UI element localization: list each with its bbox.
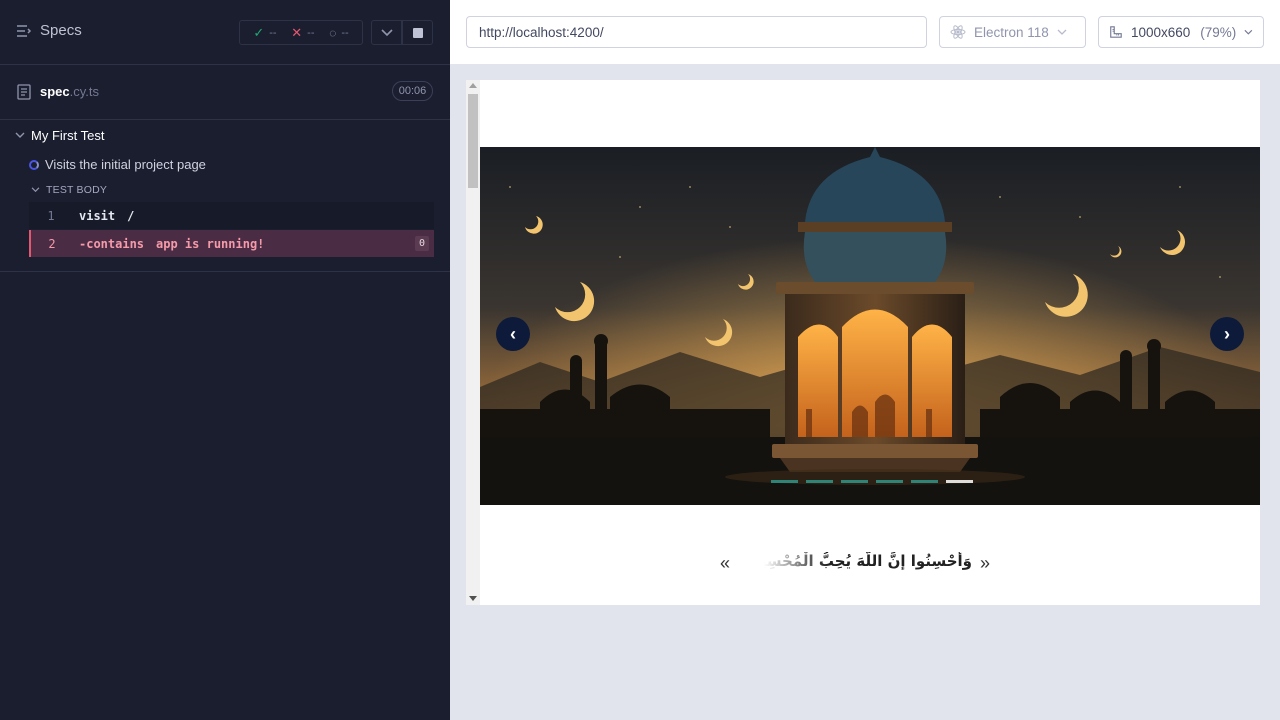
ruler-icon [1110, 26, 1122, 38]
chevron-down-icon [1244, 29, 1253, 35]
check-icon: ✓ [253, 24, 265, 40]
aut-panel: http://localhost:4200/ Electron 118 1000… [450, 0, 1280, 720]
running-spinner-icon [29, 159, 39, 170]
x-icon: ✕ [291, 24, 303, 40]
command-message: / [127, 208, 135, 223]
viewport-selector[interactable]: 1000x660 (79%) [1098, 16, 1264, 48]
viewport-size: 1000x660 [1130, 24, 1191, 40]
specs-label: Specs [40, 22, 82, 39]
suite-item[interactable]: My First Test [15, 128, 104, 143]
viewport-scale: (79%) [1200, 24, 1237, 40]
chevron-down-icon [15, 132, 25, 138]
failed-count: -- [307, 26, 315, 39]
test-tree: My First Test Visits the initial project… [0, 120, 450, 272]
carousel-indicator[interactable] [771, 480, 798, 483]
spec-name: spec [40, 84, 70, 99]
element-count-badge: 0 [415, 236, 429, 251]
verse-text: وَأَحْسِنُوا إِنَّ اللَّهَ يُحِبُّ الْمُ… [764, 552, 972, 570]
suite-title: My First Test [31, 128, 105, 143]
passed-count: -- [269, 26, 277, 39]
pending-count: -- [341, 26, 349, 39]
scroll-thumb[interactable] [468, 94, 478, 188]
command-message: app is running! [156, 236, 265, 251]
duration-badge: 00:06 [392, 81, 433, 101]
specs-list-icon [17, 24, 32, 37]
scroll-up-arrow-icon[interactable] [469, 83, 477, 88]
carousel-indicator[interactable] [841, 480, 868, 483]
scroll-down-arrow-icon[interactable] [469, 596, 477, 601]
hero-carousel: ‹ › [480, 147, 1260, 505]
carousel-indicator[interactable] [806, 480, 833, 483]
carousel-indicator[interactable] [911, 480, 938, 483]
stop-icon [412, 27, 423, 38]
command-name: -contains [79, 236, 145, 251]
command-row[interactable]: 1 visit / [29, 202, 434, 229]
command-number: 2 [48, 236, 56, 251]
stats-bar: ✓ -- ✕ -- ◌ -- [239, 20, 363, 45]
browser-selector[interactable]: Electron 118 [939, 16, 1086, 48]
document-icon [17, 84, 31, 100]
verse-marquee: « وَأَحْسِنُوا إِنَّ اللَّهَ يُحِبُّ الْ… [480, 550, 1260, 578]
spec-extension: .cy.ts [69, 84, 100, 99]
carousel-next-button[interactable]: › [1210, 317, 1244, 351]
carousel-prev-button[interactable]: ‹ [496, 317, 530, 351]
carousel-indicator-active[interactable] [946, 480, 973, 483]
command-row-active[interactable]: 2 -contains app is running! 0 [29, 230, 434, 257]
pending-circle-icon: ◌ [329, 25, 337, 40]
command-name: visit [79, 208, 116, 223]
chevron-down-icon [31, 187, 40, 193]
test-title: Visits the initial project page [45, 157, 206, 172]
chevron-down-icon [1057, 29, 1067, 35]
double-chevron-left-icon[interactable]: « [720, 553, 730, 574]
vertical-scrollbar[interactable] [466, 80, 480, 605]
test-body-label: TEST BODY [46, 184, 108, 196]
carousel-indicator[interactable] [876, 480, 903, 483]
test-body-toggle[interactable]: TEST BODY [31, 184, 107, 196]
reporter-panel: Specs ✓ -- ✕ -- ◌ -- spec.cy.ts 00:06 My… [0, 0, 450, 720]
carousel-indicators [771, 480, 973, 483]
double-chevron-right-icon[interactable]: » [980, 553, 990, 574]
app-frame: ‹ › « وَأَحْسِنُوا إِنَّ اللَّهَ يُحِبُّ… [466, 80, 1260, 605]
stop-button[interactable] [402, 20, 433, 45]
failed-stat: ✕ -- [291, 25, 314, 41]
test-item[interactable]: Visits the initial project page [29, 157, 206, 172]
reporter-header: Specs ✓ -- ✕ -- ◌ -- [0, 0, 450, 65]
lantern-slide-image [480, 147, 1260, 505]
url-bar[interactable]: http://localhost:4200/ [466, 16, 927, 48]
browser-name: Electron 118 [974, 24, 1049, 40]
aut-header: http://localhost:4200/ Electron 118 1000… [450, 0, 1280, 64]
passed-stat: ✓ -- [253, 25, 276, 41]
pending-stat: ◌ -- [329, 26, 348, 40]
spec-file-name: spec.cy.ts [40, 84, 99, 99]
specs-toggle-button[interactable]: Specs [16, 22, 82, 39]
chevron-down-icon [380, 28, 393, 36]
command-number: 1 [47, 208, 55, 223]
electron-icon [950, 25, 966, 39]
spec-header: spec.cy.ts 00:06 [0, 65, 450, 120]
chevron-menu-button[interactable] [371, 20, 402, 45]
